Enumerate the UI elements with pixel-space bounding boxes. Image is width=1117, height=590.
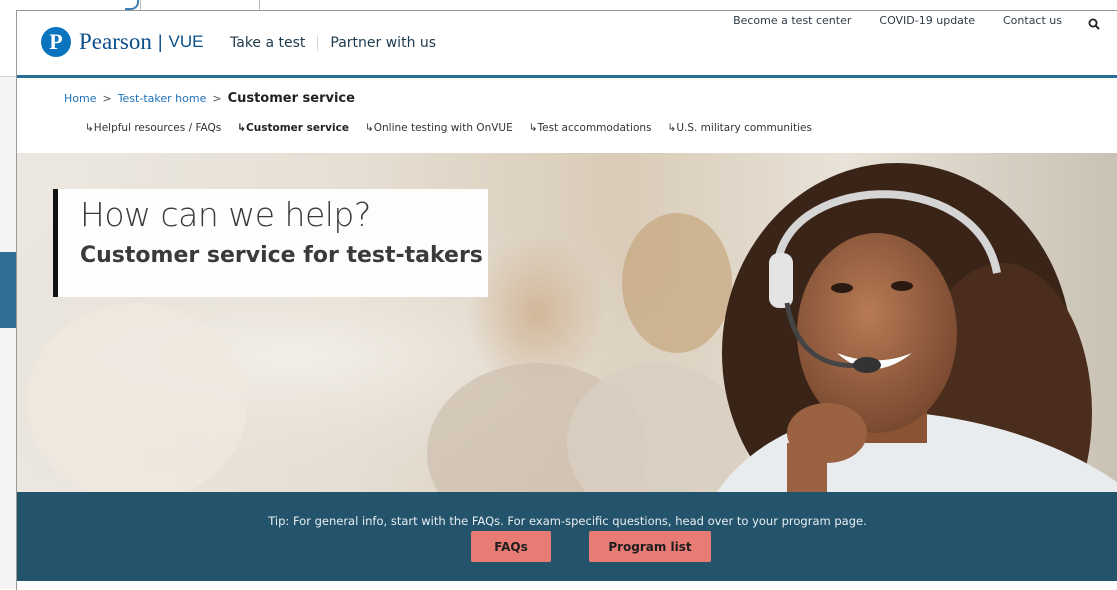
hero-headline: How can we help? (80, 195, 371, 234)
utility-nav: Become a test center COVID-19 update Con… (705, 14, 1100, 30)
hero-subheadline: Customer service for test-takers (80, 243, 483, 268)
breadcrumb-separator: > (212, 92, 222, 105)
link-become-test-center[interactable]: Become a test center (733, 14, 851, 27)
curl-icon (125, 0, 139, 10)
hero-headline-card: How can we help? Customer service for te… (53, 189, 488, 297)
nav-partner-with-us[interactable]: Partner with us (317, 35, 448, 51)
browser-window: P Pearson | VUE Take a test Partner with… (16, 10, 1117, 590)
breadcrumb-home[interactable]: Home (64, 92, 96, 105)
logo-separator: | (157, 31, 163, 52)
breadcrumb-separator: > (102, 92, 112, 105)
link-covid-update[interactable]: COVID-19 update (879, 14, 975, 27)
tip-banner: Tip: For general info, start with the FA… (17, 492, 1117, 581)
section-subnav: ↳Helpful resources / FAQs ↳Customer serv… (85, 122, 828, 134)
main-nav: Take a test Partner with us (230, 35, 448, 51)
breadcrumb-test-taker-home[interactable]: Test-taker home (118, 92, 207, 105)
link-contact-us[interactable]: Contact us (1003, 14, 1062, 27)
pearson-vue-logo[interactable]: P Pearson | VUE (41, 27, 203, 57)
background-bar (0, 0, 16, 77)
logo-name: Pearson (79, 29, 152, 54)
tip-text: Tip: For general info, start with the FA… (268, 514, 867, 528)
subnav-online-testing[interactable]: ↳Online testing with OnVUE (365, 122, 513, 134)
site-header: P Pearson | VUE Take a test Partner with… (17, 11, 1117, 78)
hero-banner: How can we help? Customer service for te… (17, 153, 1117, 492)
faqs-button[interactable]: FAQs (471, 531, 551, 562)
pearson-logo-icon: P (41, 27, 71, 57)
background-page (0, 0, 16, 589)
background-tab (125, 0, 260, 10)
subnav-test-accommodations[interactable]: ↳Test accommodations (529, 122, 652, 134)
breadcrumb: Home > Test-taker home > Customer servic… (64, 91, 355, 106)
nav-take-a-test[interactable]: Take a test (230, 35, 317, 51)
subnav-helpful-resources[interactable]: ↳Helpful resources / FAQs (85, 122, 221, 134)
subnav-customer-service[interactable]: ↳Customer service (237, 122, 349, 134)
background-blue-block (0, 252, 16, 328)
program-list-button[interactable]: Program list (589, 531, 711, 562)
breadcrumb-current: Customer service (227, 91, 355, 106)
search-icon[interactable] (1088, 18, 1100, 30)
subnav-military-communities[interactable]: ↳U.S. military communities (668, 122, 812, 134)
logo-product: VUE (168, 32, 204, 51)
